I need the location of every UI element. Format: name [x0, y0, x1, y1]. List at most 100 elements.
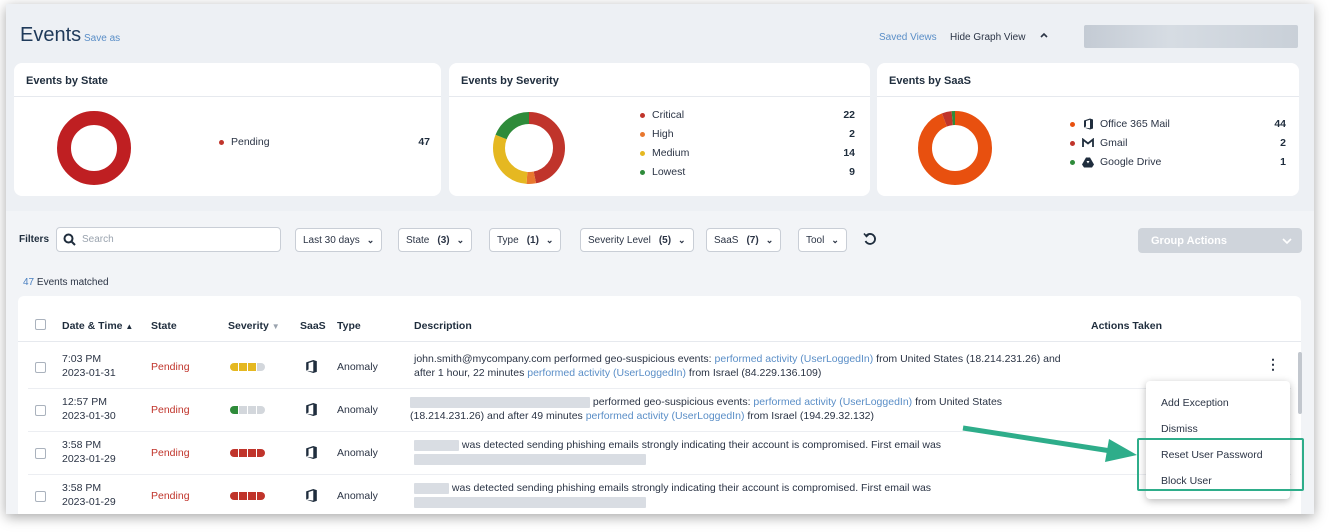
divider [18, 341, 1301, 342]
legend-dot [219, 139, 224, 145]
row-actions-kebab-icon[interactable]: ⋮ [1266, 356, 1280, 373]
redacted-email [410, 396, 590, 408]
state-filter-dropdown[interactable]: State (3) ⌄ [398, 228, 473, 252]
chevron-down-icon: ⌄ [678, 234, 686, 245]
redacted-text [414, 453, 646, 465]
row-state: Pending [151, 404, 190, 416]
table-row[interactable]: 7:03 PM 2023-01-31 Pending Anomaly john.s… [18, 346, 1301, 389]
table-row[interactable]: 3:58 PM 2023-01-29 Pending Anomaly was de… [18, 475, 1301, 514]
type-filter-dropdown[interactable]: Type (1) ⌄ [489, 228, 562, 252]
legend-item-office365: Office 365 Mail [1070, 118, 1170, 130]
card-title: Events by State [26, 75, 108, 87]
row-datetime: 3:58 PM 2023-01-29 [62, 482, 116, 508]
reset-filters-icon[interactable] [863, 232, 877, 249]
saas-donut-chart [918, 111, 992, 185]
state-donut-chart [57, 111, 131, 185]
search-placeholder: Search [82, 234, 114, 245]
legend-item-google-drive: Google Drive [1070, 156, 1161, 168]
row-state: Pending [151, 447, 190, 459]
row-checkbox[interactable] [35, 491, 46, 502]
column-header-description[interactable]: Description [414, 320, 472, 332]
row-checkbox[interactable] [35, 448, 46, 459]
group-actions-button[interactable]: Group Actions [1138, 228, 1302, 253]
row-description: john.smith@mycompany.com performed geo-s… [414, 353, 1061, 379]
legend-item-gmail: Gmail [1070, 137, 1127, 149]
row-checkbox[interactable] [35, 362, 46, 373]
table-scrollbar[interactable] [1298, 352, 1302, 414]
row-type: Anomaly [337, 361, 378, 373]
severity-donut-chart [493, 112, 565, 184]
activity-link[interactable]: performed activity (UserLoggedIn) [753, 396, 912, 408]
office-icon [305, 359, 318, 378]
donut-slice-pending [57, 111, 131, 185]
divider [449, 96, 870, 97]
legend-value: 2 [849, 128, 855, 140]
events-table: Date & Time ▲ State Severity ▼ SaaS Type… [18, 296, 1302, 514]
activity-link[interactable]: performed activity (UserLoggedIn) [586, 410, 745, 422]
column-header-state[interactable]: State [151, 320, 177, 332]
donut-slice-office365 [918, 111, 992, 185]
row-state: Pending [151, 361, 190, 373]
save-as-link[interactable]: Save as [84, 33, 120, 44]
google-drive-icon [1082, 156, 1094, 168]
menu-item-add-exception[interactable]: Add Exception [1161, 397, 1229, 409]
activity-link[interactable]: performed activity (UserLoggedIn) [715, 353, 874, 365]
date-range-dropdown[interactable]: Last 30 days ⌄ [295, 228, 383, 252]
severity-bar [230, 449, 265, 457]
column-header-saas[interactable]: SaaS [300, 320, 326, 332]
filters-label: Filters [19, 234, 50, 245]
severity-bar [230, 492, 265, 500]
row-datetime: 3:58 PM 2023-01-29 [62, 439, 116, 465]
legend-item-critical: Critical [640, 109, 684, 121]
chevron-down-icon: ⌄ [545, 234, 554, 245]
office-icon [305, 488, 318, 507]
column-header-severity[interactable]: Severity ▼ [228, 320, 280, 332]
legend-item-high: High [640, 128, 674, 140]
row-state: Pending [151, 490, 190, 502]
divider [14, 96, 441, 97]
office-icon [305, 402, 318, 421]
card-title: Events by Severity [461, 75, 559, 87]
column-header-type[interactable]: Type [337, 320, 361, 332]
redacted-email [414, 439, 459, 451]
chevron-down-icon [1282, 237, 1292, 244]
search-input[interactable]: Search [56, 227, 281, 252]
highlight-box [1137, 438, 1304, 491]
chevron-down-icon: ⌄ [366, 234, 375, 245]
severity-filter-dropdown[interactable]: Severity Level (5) ⌄ [580, 228, 694, 252]
search-icon [63, 233, 76, 246]
menu-item-dismiss[interactable]: Dismiss [1161, 423, 1198, 435]
severity-bar [230, 406, 265, 414]
hide-graph-view-toggle[interactable]: Hide Graph View [950, 32, 1025, 43]
chevron-up-icon[interactable] [1039, 30, 1049, 43]
chevron-down-icon: ⌄ [456, 234, 465, 245]
chevron-down-icon: ⌄ [831, 234, 839, 245]
row-datetime: 7:03 PM 2023-01-31 [62, 353, 116, 379]
activity-link[interactable]: performed activity (UserLoggedIn) [527, 367, 686, 379]
events-by-state-card: Events by State Pending 47 [14, 63, 441, 196]
saved-views-link[interactable]: Saved Views [879, 32, 937, 43]
sort-asc-icon: ▲ [125, 322, 134, 331]
row-type: Anomaly [337, 490, 378, 502]
legend-item-pending: Pending [219, 136, 270, 148]
saas-filter-dropdown[interactable]: SaaS (7) ⌄ [706, 228, 782, 252]
sort-desc-icon: ▼ [271, 322, 280, 331]
row-checkbox[interactable] [35, 405, 46, 416]
severity-bar [230, 363, 265, 371]
column-header-datetime[interactable]: Date & Time ▲ [62, 320, 133, 332]
legend-item-lowest: Lowest [640, 166, 685, 178]
legend-label: Pending [231, 136, 270, 148]
card-title: Events by SaaS [889, 75, 971, 87]
legend-item-medium: Medium [640, 147, 689, 159]
select-all-checkbox[interactable] [35, 319, 46, 330]
events-matched-count: 47 Events matched [23, 277, 109, 288]
tool-filter-dropdown[interactable]: Tool ⌄ [798, 228, 847, 252]
column-header-actions-taken[interactable]: Actions Taken [1091, 320, 1162, 332]
events-by-saas-card: Events by SaaS Office 365 Mail Gmail Goo… [877, 63, 1299, 196]
legend-value: 47 [418, 136, 430, 148]
divider [877, 96, 1299, 97]
user-account-redacted[interactable] [1084, 25, 1298, 48]
annotation-arrow-icon [962, 425, 1137, 462]
redacted-text [414, 496, 646, 508]
legend-value: 9 [849, 166, 855, 178]
